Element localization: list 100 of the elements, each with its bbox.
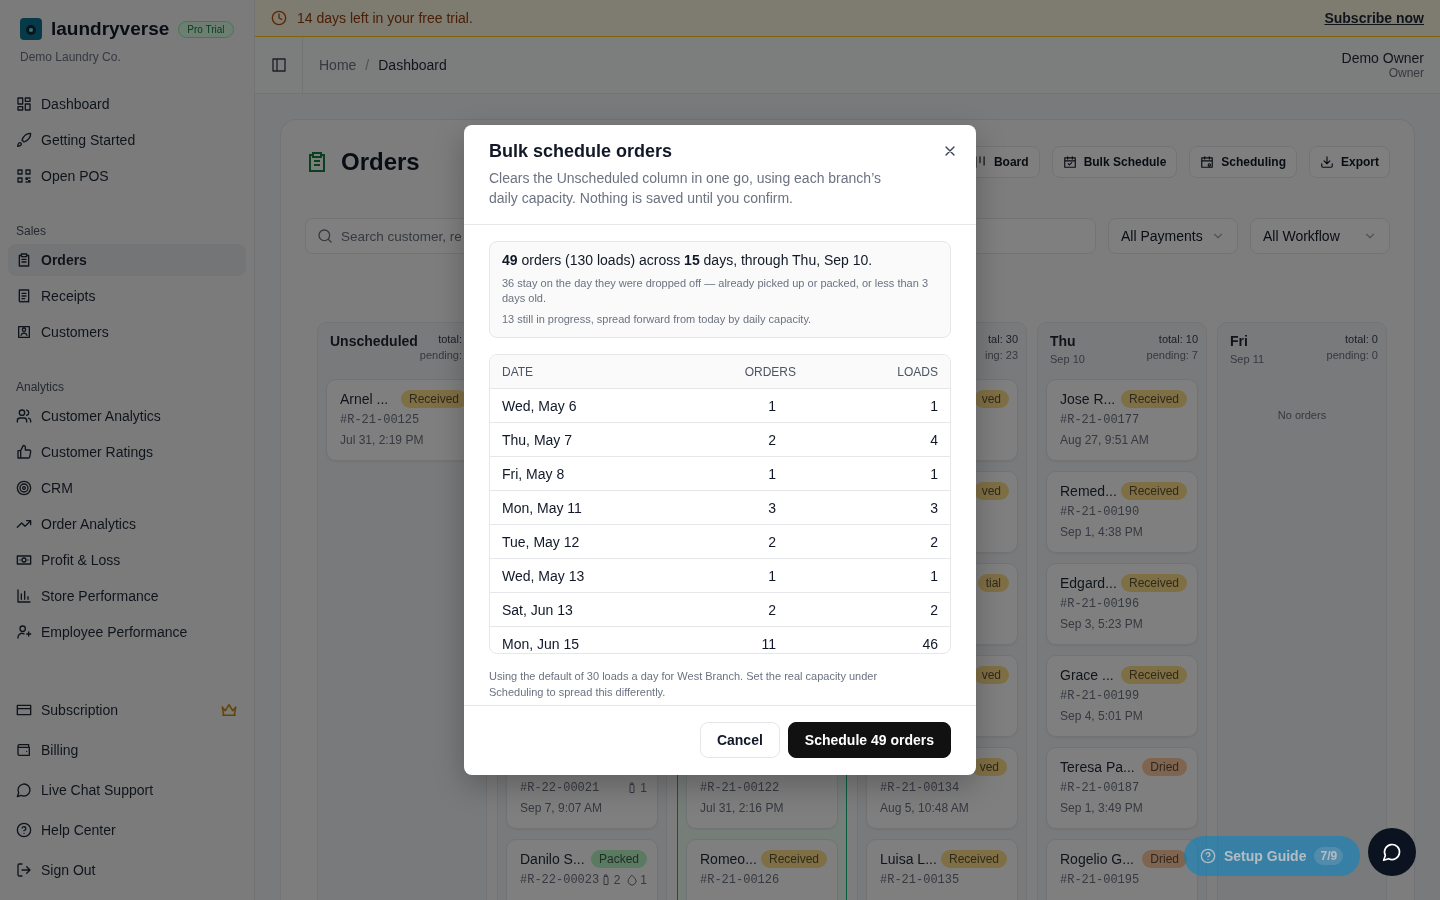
setup-guide-button[interactable]: Setup Guide 7/9: [1184, 836, 1360, 876]
drop-icon: [626, 874, 639, 886]
column-header: LOADS: [896, 364, 938, 379]
nav-item[interactable]: Sign Out: [8, 852, 246, 888]
status-badge: Received: [1120, 482, 1187, 500]
customer-name: Jose R...: [1060, 391, 1116, 407]
column-date: Sep 11: [1230, 353, 1265, 365]
qr-code-icon: [16, 168, 32, 184]
nav-item[interactable]: Dashboard: [8, 88, 246, 120]
nav-item[interactable]: Getting Started: [8, 124, 246, 156]
cancel-button[interactable]: Cancel: [699, 722, 780, 758]
breadcrumb-link[interactable]: Home: [319, 57, 357, 73]
nav-item[interactable]: Subscription: [8, 692, 246, 728]
order-number: #R-22-00021: [520, 781, 600, 795]
chat-bubble-icon: [16, 782, 32, 798]
clipboard-icon: [16, 252, 32, 268]
column-title: Fri: [1230, 333, 1249, 349]
order-time: Sep 3, 5:23 PM: [1060, 617, 1144, 631]
summary-text: 49 orders (130 loads) across 15 days, through Thu, Sep 10.: [502, 252, 874, 268]
nav-item[interactable]: Customer Ratings: [8, 436, 246, 468]
nav-item[interactable]: Customers: [8, 316, 246, 348]
customer-name: Luisa L...: [880, 851, 937, 867]
column-total: total:: [438, 333, 462, 345]
customer-name: Romeo...: [700, 851, 757, 867]
item-count: 1: [640, 781, 647, 795]
filter-dropdown[interactable]: All Workflow: [1250, 218, 1390, 254]
breadcrumb-link[interactable]: Dashboard: [378, 57, 447, 73]
order-card[interactable]: Danilo S... Packed #R-22-00023 2 1: [506, 839, 658, 900]
status-badge: Received: [1120, 390, 1187, 408]
order-card[interactable]: Teresa Pa... Dried #R-21-00187 Sep 1, 3:49 PM: [1046, 747, 1198, 829]
table-cell-text: 2: [767, 431, 776, 448]
nav-item[interactable]: Open POS: [8, 160, 246, 192]
contact-card-icon: [16, 324, 32, 340]
search-icon: [317, 228, 333, 244]
help-icon: [1200, 848, 1216, 864]
order-time: Sep 7, 9:07 AM: [520, 801, 604, 815]
order-card[interactable]: Edgard... Received #R-21-00196 Sep 3, 5:23 PM: [1046, 563, 1198, 645]
status-badge: Packed: [590, 850, 647, 868]
order-card[interactable]: Grace ... Received #R-21-00199 Sep 4, 5:01 PM: [1046, 655, 1198, 737]
action-button[interactable]: Export: [1309, 146, 1390, 178]
table-cell-text: 1: [767, 397, 776, 414]
download-icon: [1320, 155, 1334, 169]
panel-icon: [270, 57, 287, 73]
banknote-icon: [16, 552, 32, 568]
organization-name: Demo Laundry Co.: [19, 49, 122, 66]
table-cell-text: 1: [767, 567, 776, 584]
nav-item[interactable]: Live Chat Support: [8, 772, 246, 808]
table-cell-text: 2: [767, 533, 776, 550]
nav-item[interactable]: Billing: [8, 732, 246, 768]
column-title: Unscheduled: [330, 333, 418, 349]
order-card[interactable]: Rogelio G... Dried #R-21-00195: [1046, 839, 1198, 900]
nav-item[interactable]: Receipts: [8, 280, 246, 312]
nav-item[interactable]: Help Center: [8, 812, 246, 848]
credit-card-icon: [16, 702, 32, 718]
order-time: Jul 31, 2:16 PM: [700, 801, 785, 815]
sign-out-icon: [16, 862, 32, 878]
order-number: #R-21-00135: [880, 873, 960, 887]
nav-item[interactable]: Orders: [8, 244, 246, 276]
brand-name: laundryverse: [51, 18, 170, 40]
nav-item[interactable]: Order Analytics: [8, 508, 246, 540]
clock-icon: [271, 10, 287, 26]
subscribe-link[interactable]: Subscribe now: [1324, 10, 1424, 26]
logo-icon: [20, 18, 42, 40]
schedule-button[interactable]: Schedule 49 orders: [787, 722, 951, 758]
customer-name: Remed...: [1060, 483, 1117, 499]
status-badge: Received: [940, 850, 1007, 868]
action-button[interactable]: Bulk Schedule: [1051, 146, 1178, 178]
table-cell-text: 1: [929, 397, 938, 414]
nav-item[interactable]: CRM: [8, 472, 246, 504]
breadcrumb-separator: /: [365, 57, 370, 73]
table-cell-text: 1: [929, 567, 938, 584]
order-number: #R-21-00187: [1060, 781, 1140, 795]
table-cell-text: 46: [921, 635, 938, 652]
status-badge: Received: [1120, 666, 1187, 684]
nav-item[interactable]: Customer Analytics: [8, 400, 246, 432]
column-pending: ing: 23: [984, 349, 1018, 361]
action-button[interactable]: Scheduling: [1189, 146, 1297, 178]
calendar-gear-icon: [1200, 155, 1215, 169]
column-date: Sep 10: [1050, 353, 1085, 365]
item-count: 2: [613, 873, 621, 887]
order-card[interactable]: Remed... Received #R-21-00190 Sep 1, 4:38 PM: [1046, 471, 1198, 553]
order-card[interactable]: Jose R... Received #R-21-00177 Aug 27, 9:51 AM: [1046, 379, 1198, 461]
table-cell-text: Thu, May 7: [502, 431, 574, 448]
calendar-check-icon: [1062, 155, 1077, 169]
status-badge: Dried: [1142, 850, 1187, 868]
nav-item[interactable]: Store Performance: [8, 580, 246, 612]
nav-item[interactable]: Employee Performance: [8, 616, 246, 648]
thumbs-up-icon: [16, 444, 32, 460]
dialog-description: Clears the Unscheduled column in one go, using each branch’s daily capacity. Nothing is saved until you confirm.: [489, 169, 882, 208]
filter-dropdown[interactable]: All Payments: [1108, 218, 1238, 254]
receipt-icon: [16, 288, 32, 304]
order-card[interactable]: Luisa L... Received #R-21-00135: [866, 839, 1018, 900]
nav-item[interactable]: Profit & Loss: [8, 544, 246, 576]
column-pending: pending: 0: [1326, 349, 1378, 361]
column-pending: pending:: [419, 349, 462, 361]
customer-name: Teresa Pa...: [1060, 759, 1135, 775]
table-cell-text: 2: [929, 601, 938, 618]
order-time: Jul 31, 2:19 PM: [340, 433, 425, 447]
order-card[interactable]: Romeo... Received #R-21-00126: [686, 839, 838, 900]
table-cell-text: Mon, May 11: [502, 499, 583, 516]
